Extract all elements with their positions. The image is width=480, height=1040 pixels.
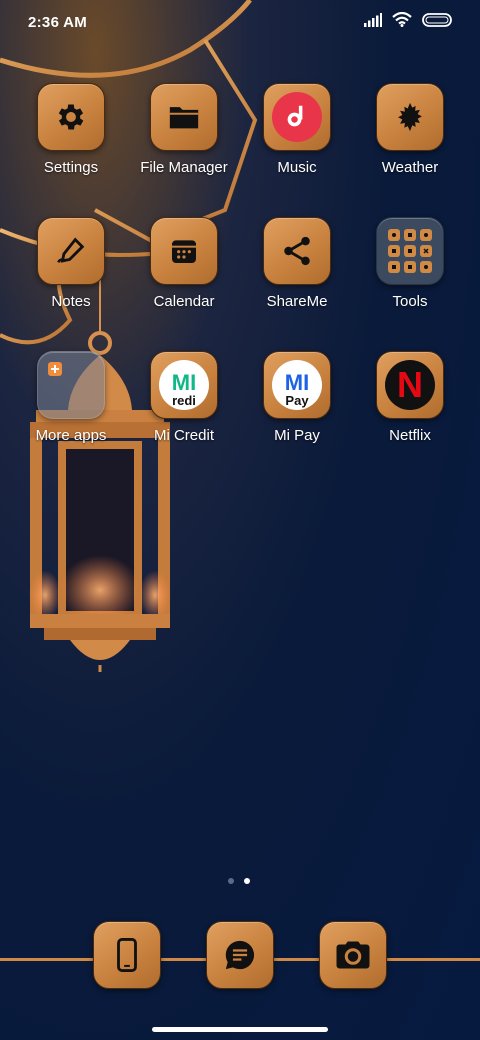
dock-phone[interactable] <box>93 921 161 989</box>
signal-icon <box>364 12 382 32</box>
app-label: Mi Pay <box>274 427 320 444</box>
messages-icon <box>206 921 274 989</box>
app-mi-credit[interactable]: MI redi Mi Credit <box>128 351 240 444</box>
app-label: ShareMe <box>266 293 328 310</box>
mi-credit-badge: MI redi <box>159 360 209 410</box>
app-file-manager[interactable]: File Manager <box>128 83 240 176</box>
lantern-decoration <box>29 280 171 672</box>
status-icons <box>364 11 452 32</box>
dock-messages[interactable] <box>206 921 274 989</box>
netflix-logo-text: N <box>397 364 423 405</box>
app-label: Mi Credit <box>153 427 214 444</box>
mi-credit-icon: MI redi <box>150 351 218 419</box>
app-label: File Manager <box>140 159 228 176</box>
app-tools[interactable]: Tools <box>354 217 466 310</box>
app-calendar[interactable]: Calendar <box>128 217 240 310</box>
folder-icon <box>150 83 218 151</box>
status-bar: 2:36 AM <box>0 0 480 44</box>
camera-icon <box>319 921 387 989</box>
app-label: Notes <box>51 293 91 310</box>
pen-icon <box>37 217 105 285</box>
app-weather[interactable]: Weather <box>354 83 466 176</box>
app-label: Settings <box>43 159 99 176</box>
app-notes[interactable]: Notes <box>15 217 127 310</box>
app-settings[interactable]: Settings <box>15 83 127 176</box>
app-label: More apps <box>35 427 107 444</box>
app-label: Music <box>277 159 317 176</box>
app-mi-pay[interactable]: MI Pay Mi Pay <box>241 351 353 444</box>
app-label: Tools <box>392 293 428 310</box>
app-music[interactable]: Music <box>241 83 353 176</box>
music-badge <box>272 92 322 142</box>
page-dot[interactable] <box>228 878 234 884</box>
status-time: 2:36 AM <box>28 13 88 31</box>
tools-folder-icon <box>376 217 444 285</box>
app-label: Weather <box>381 159 439 176</box>
battery-icon <box>422 12 452 32</box>
mini-app-icon <box>48 362 62 376</box>
phone-icon <box>93 921 161 989</box>
share-icon <box>263 217 331 285</box>
app-netflix[interactable]: N Netflix <box>354 351 466 444</box>
app-more-apps[interactable]: More apps <box>15 351 127 444</box>
music-icon <box>263 83 331 151</box>
mi-pay-badge: MI Pay <box>272 360 322 410</box>
dock-camera[interactable] <box>319 921 387 989</box>
calendar-icon <box>150 217 218 285</box>
mi-credit-logo-text: MI <box>171 369 197 395</box>
page-indicator <box>228 878 250 884</box>
mi-pay-icon: MI Pay <box>263 351 331 419</box>
app-label: Calendar <box>153 293 215 310</box>
netflix-icon: N <box>376 351 444 419</box>
mi-pay-logo-subtext: Pay <box>285 392 309 408</box>
leaf-icon <box>376 83 444 151</box>
mi-pay-logo-text: MI <box>284 369 310 395</box>
folder-icon <box>37 351 105 419</box>
gear-icon <box>37 83 105 151</box>
app-label: Netflix <box>389 427 431 444</box>
mi-credit-logo-subtext: redi <box>172 392 196 408</box>
home-indicator[interactable] <box>152 1027 328 1032</box>
app-shareme[interactable]: ShareMe <box>241 217 353 310</box>
wifi-icon <box>392 11 412 32</box>
page-dot-active[interactable] <box>244 878 250 884</box>
netflix-badge: N <box>385 360 435 410</box>
